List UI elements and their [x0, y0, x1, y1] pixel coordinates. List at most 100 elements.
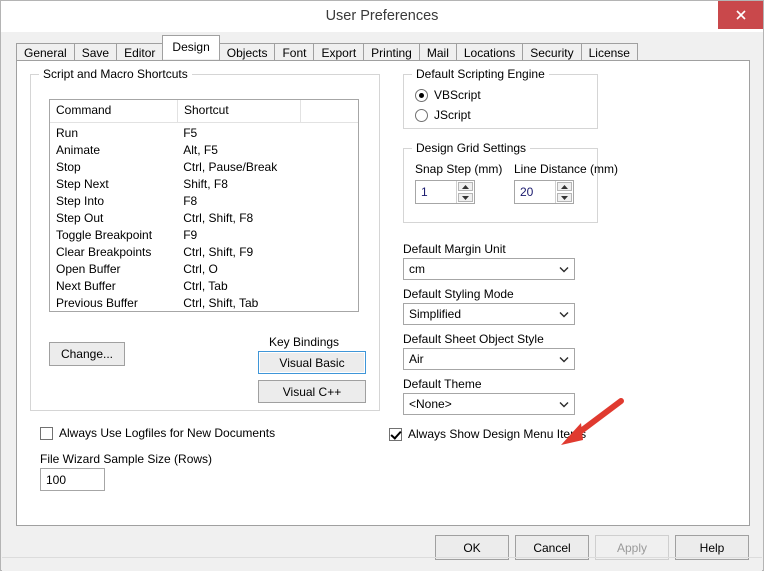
tab-label: Design	[172, 40, 210, 54]
list-item[interactable]: Run F5	[50, 125, 358, 142]
column-header-command[interactable]: Command	[50, 100, 178, 122]
shortcuts-list[interactable]: Command Shortcut Run F5 Animate Alt, F5 …	[49, 99, 359, 312]
list-item[interactable]: Toggle Breakpoint F9	[50, 227, 358, 244]
cell-command: Previous Buffer	[56, 296, 138, 310]
list-item[interactable]: Step Out Ctrl, Shift, F8	[50, 210, 358, 227]
checkbox-box	[389, 427, 402, 441]
chevron-down-icon	[554, 266, 574, 273]
list-item[interactable]: Stop Ctrl, Pause/Break	[50, 159, 358, 176]
list-item[interactable]: Previous Buffer Ctrl, Shift, Tab	[50, 295, 358, 311]
tab-label: Export	[321, 46, 357, 60]
title-bar: User Preferences	[1, 1, 763, 32]
spinner-buttons	[555, 181, 573, 203]
default-theme-combo[interactable]: <None>	[403, 393, 575, 415]
default-sheet-object-style-label: Default Sheet Object Style	[403, 332, 544, 346]
radio-circle	[415, 88, 428, 102]
radio-label: VBScript	[434, 88, 481, 102]
spinner-up-button[interactable]	[557, 182, 572, 191]
radio-vbscript[interactable]: VBScript	[415, 88, 481, 102]
tab-label: Objects	[226, 46, 268, 60]
column-header-extra[interactable]	[301, 100, 358, 122]
snap-step-label: Snap Step (mm)	[415, 162, 503, 176]
design-grid-settings-group: Design Grid Settings Snap Step (mm) 1 Li…	[403, 141, 618, 223]
always-use-logfiles-checkbox[interactable]: Always Use Logfiles for New Documents	[40, 426, 275, 440]
default-scripting-engine-group: Default Scripting Engine VBScript JScrip…	[403, 67, 598, 129]
chevron-down-icon	[554, 401, 574, 408]
checkbox-label: Always Show Design Menu Items	[408, 427, 587, 441]
line-distance-value[interactable]: 20	[515, 181, 555, 203]
cell-shortcut: Ctrl, Pause/Break	[183, 160, 278, 174]
list-item[interactable]: Next Buffer Ctrl, Tab	[50, 278, 358, 295]
radio-label: JScript	[434, 108, 471, 122]
cell-shortcut: Ctrl, Tab	[183, 279, 228, 293]
cell-command: Next Buffer	[56, 279, 116, 293]
cell-shortcut: F5	[183, 126, 198, 140]
file-wizard-sample-size-label: File Wizard Sample Size (Rows)	[40, 452, 213, 466]
spinner-buttons	[456, 181, 474, 203]
file-wizard-sample-size-input[interactable]: 100	[40, 468, 105, 491]
radio-circle	[415, 108, 428, 122]
footer-separator	[2, 557, 762, 558]
design-tab-panel: Script and Macro Shortcuts Command Short…	[16, 60, 750, 526]
visual-cpp-button[interactable]: Visual C++	[258, 380, 366, 403]
key-bindings-label: Key Bindings	[269, 335, 340, 349]
default-styling-mode-combo[interactable]: Simplified	[403, 303, 575, 325]
snap-step-value[interactable]: 1	[416, 181, 456, 203]
tab-strip: General Save Editor Design Objects Font …	[16, 35, 638, 63]
line-distance-spinner[interactable]: 20	[514, 180, 574, 204]
tab-label: Font	[282, 46, 307, 60]
tab-label: General	[24, 46, 67, 60]
always-show-design-menu-items-checkbox[interactable]: Always Show Design Menu Items	[389, 427, 586, 441]
group-legend: Design Grid Settings	[412, 141, 531, 155]
combo-value: <None>	[409, 397, 452, 411]
tab-design[interactable]: Design	[162, 35, 220, 59]
list-item[interactable]: Step Into F8	[50, 193, 358, 210]
cell-command: Animate	[56, 143, 101, 157]
spinner-down-button[interactable]	[557, 193, 572, 202]
line-distance-label: Line Distance (mm)	[514, 162, 619, 176]
list-item[interactable]: Animate Alt, F5	[50, 142, 358, 159]
cell-shortcut: Ctrl, Shift, F9	[183, 245, 254, 259]
close-button[interactable]	[718, 1, 763, 29]
default-sheet-object-style-combo[interactable]: Air	[403, 348, 575, 370]
list-item[interactable]: Step Next Shift, F8	[50, 176, 358, 193]
cell-shortcut: Shift, F8	[183, 177, 228, 191]
snap-step-spinner[interactable]: 1	[415, 180, 475, 204]
tab-label: Security	[530, 46, 574, 60]
tab-label: Locations	[463, 46, 516, 60]
chevron-down-icon	[561, 195, 568, 200]
change-button[interactable]: Change...	[49, 342, 125, 366]
combo-value: cm	[409, 262, 425, 276]
combo-value: Air	[409, 352, 424, 366]
group-legend: Default Scripting Engine	[412, 67, 549, 81]
cell-shortcut: Ctrl, Shift, F8	[183, 211, 254, 225]
cell-shortcut: F9	[183, 228, 198, 242]
checkbox-box	[40, 426, 53, 440]
cell-command: Toggle Breakpoint	[56, 228, 153, 242]
list-item[interactable]: Clear Breakpoints Ctrl, Shift, F9	[50, 244, 358, 261]
cell-command: Run	[56, 126, 79, 140]
spinner-down-button[interactable]	[458, 193, 473, 202]
spinner-up-button[interactable]	[458, 182, 473, 191]
cell-shortcut: Alt, F5	[183, 143, 218, 157]
cell-command: Step Into	[56, 194, 105, 208]
list-header-row: Command Shortcut	[50, 100, 358, 123]
checkbox-label: Always Use Logfiles for New Documents	[59, 426, 276, 440]
chevron-down-icon	[554, 311, 574, 318]
user-preferences-window: User Preferences General Save Editor Des…	[0, 0, 764, 571]
chevron-down-icon	[462, 195, 469, 200]
cell-shortcut: Ctrl, Shift, Tab	[183, 296, 259, 310]
tab-label: Editor	[124, 46, 156, 60]
visual-basic-button[interactable]: Visual Basic	[258, 351, 366, 374]
column-header-shortcut[interactable]: Shortcut	[178, 100, 301, 122]
cell-command: Clear Breakpoints	[56, 245, 152, 259]
cell-command: Step Next	[56, 177, 109, 191]
cell-shortcut: F8	[183, 194, 198, 208]
tab-label: Mail	[426, 46, 449, 60]
default-margin-unit-combo[interactable]: cm	[403, 258, 575, 280]
dialog-footer: OK Cancel Apply Help	[2, 527, 762, 571]
radio-jscript[interactable]: JScript	[415, 108, 471, 122]
chevron-up-icon	[462, 184, 469, 189]
list-item[interactable]: Open Buffer Ctrl, O	[50, 261, 358, 278]
tab-label: Printing	[371, 46, 412, 60]
